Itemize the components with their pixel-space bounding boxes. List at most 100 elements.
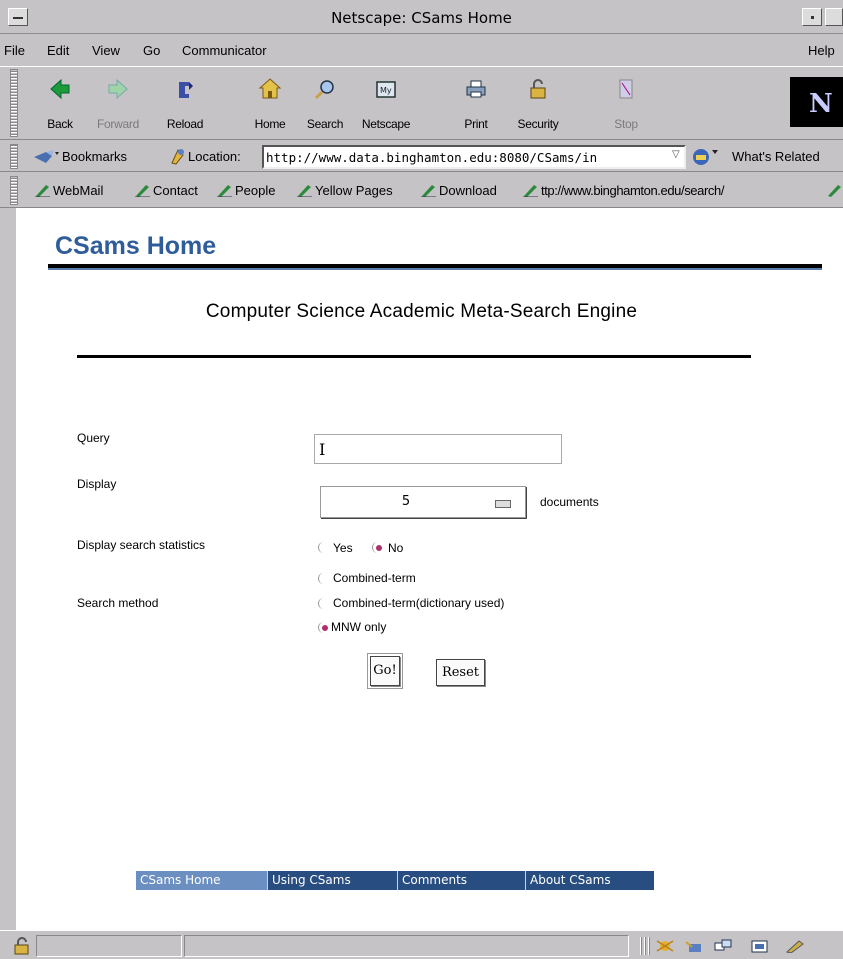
forward-label: Forward [97,117,139,131]
netscape-icon: My [376,81,396,98]
bookmark-label: Download [439,183,497,198]
footer-nav: CSams Home Using CSams Comments About CS… [136,871,654,890]
stop-label: Stop [614,117,638,131]
stats-yes-label: Yes [333,541,353,555]
stats-label: Display search statistics [77,538,206,552]
bookmark-people[interactable]: People [216,183,275,198]
footer-link-home[interactable]: CSams Home [136,871,267,890]
netscape-logo[interactable]: N [790,77,843,127]
location-toolbar: Bookmarks Location: http://www.data.bing… [0,142,843,172]
pencil-icon [135,185,150,197]
security-lock-icon[interactable] [12,937,32,955]
composer-icon[interactable] [750,939,770,953]
page-content: CSams Home Computer Science Academic Met… [0,208,843,930]
pencil-icon [523,185,538,197]
minimize-button[interactable] [802,8,822,26]
bookmark-label: Yellow Pages [315,183,393,198]
location-label: Location: [188,149,241,164]
reset-button[interactable]: Reset [436,659,485,686]
bookmark-contact[interactable]: Contact [134,183,198,198]
print-label: Print [464,117,488,131]
bookmarks-label[interactable]: Bookmarks [62,149,127,164]
footer-link-comments[interactable]: Comments [397,871,525,890]
menu-bar: File Edit View Go Communicator Help [0,36,843,64]
footer-link-using[interactable]: Using CSams [267,871,397,890]
location-grip[interactable] [10,144,18,169]
bookmark-yellow-pages[interactable]: Yellow Pages [296,183,393,198]
print-button[interactable]: Print [448,73,504,135]
home-button[interactable]: Home [242,73,298,135]
window-title-bar: Netscape: CSams Home [0,0,843,34]
maximize-button[interactable] [825,8,843,26]
footer-link-about[interactable]: About CSams [525,871,654,890]
window-title: Netscape: CSams Home [331,9,512,27]
menu-file[interactable]: File [4,43,25,58]
bookmark-download[interactable]: Download [420,183,497,198]
personal-grip[interactable] [10,176,18,205]
query-label: Query [77,431,110,445]
bookmarks-icon[interactable] [32,149,60,166]
title-divider-accent [48,268,822,270]
method-dictionary-radio[interactable] [318,598,328,610]
status-bar [0,930,843,959]
menu-go[interactable]: Go [143,43,160,58]
search-icon [314,80,334,100]
subtitle-divider [77,355,751,358]
url-dropdown-icon[interactable]: ▽ [672,149,684,163]
discussions-icon[interactable] [713,939,733,953]
bookmark-webmail[interactable]: WebMail [34,183,103,198]
bookmark-label: People [235,183,276,198]
reload-label: Reload [166,117,204,131]
page-title: CSams Home [55,232,217,260]
security-button[interactable]: Security [510,73,566,135]
whats-related-label[interactable]: What's Related [732,149,820,164]
method-mnw-radio[interactable] [318,622,328,634]
option-menu-indicator-icon [495,500,511,508]
component-bar-grip[interactable] [640,937,650,955]
reload-icon [179,82,193,98]
search-label: Search [306,117,344,131]
pencil-icon [421,185,436,197]
pencil-icon [297,185,312,197]
svg-text:My: My [380,86,392,95]
bookmark-more[interactable] [826,183,843,198]
stats-no-radio[interactable] [372,542,382,554]
pencil-icon [217,185,232,197]
bookmark-search[interactable]: ttp://www.binghamton.edu/search/ [522,183,724,198]
forward-button[interactable]: Forward [90,73,146,135]
display-count-select[interactable]: 5 [320,486,526,518]
navigator-icon[interactable] [655,939,675,953]
toolbar-grip[interactable] [10,69,18,137]
whats-related-icon[interactable] [690,147,720,167]
netscape-button[interactable]: My Netscape [358,73,414,135]
mail-icon[interactable] [684,939,704,953]
navigation-toolbar: Back Forward Reload Home Search My Netsc… [0,66,843,140]
location-url-field[interactable]: http://www.data.binghamton.edu:8080/CSam… [262,145,686,169]
status-progress-field [36,935,182,957]
home-icon [258,78,282,99]
menu-view[interactable]: View [92,43,120,58]
page-subtitle: Computer Science Academic Meta-Search En… [205,301,638,322]
menu-communicator[interactable]: Communicator [182,43,267,58]
reload-button[interactable]: Reload [157,73,213,135]
pencil-icon [828,185,841,197]
search-button[interactable]: Search [297,73,353,135]
location-icon [171,149,184,165]
menu-edit[interactable]: Edit [47,43,69,58]
menu-help[interactable]: Help [808,43,835,58]
personal-toolbar: WebMail Contact People Yellow Pages Down… [0,174,843,208]
bookmark-label: WebMail [53,183,104,198]
display-label: Display [77,477,117,491]
stats-yes-radio[interactable] [318,542,328,554]
go-button[interactable]: Go! [367,653,403,689]
security-icon [530,79,546,99]
stats-no-label: No [388,541,404,555]
stop-button[interactable]: Stop [598,73,654,135]
edit-pencil-icon[interactable] [785,939,805,953]
status-message-field [184,935,629,957]
back-button[interactable]: Back [32,73,88,135]
method-combined-radio[interactable] [318,573,328,585]
bookmark-label: ttp://www.binghamton.edu/search/ [541,183,725,198]
query-input[interactable]: I [314,434,562,464]
stop-icon [619,79,633,99]
